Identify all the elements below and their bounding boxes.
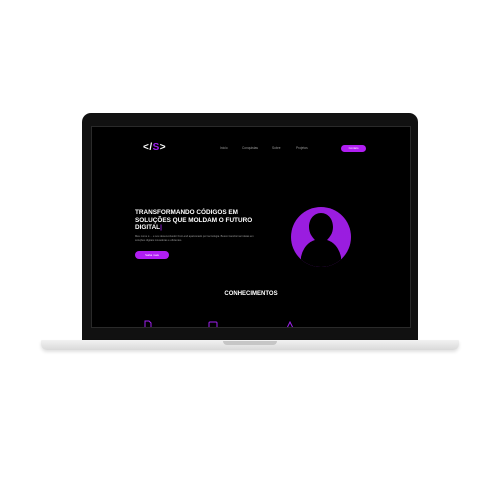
- nav-item-sobre[interactable]: Sobre: [272, 146, 281, 150]
- nav-item-projetos[interactable]: Projetos: [296, 146, 308, 150]
- hero-cursor: |: [160, 224, 162, 232]
- nav-item-conquistas[interactable]: Conquistas: [242, 146, 258, 150]
- file-icon: [144, 320, 152, 327]
- laptop-screen: </S> Início Conquistas Sobre Projetos Co…: [91, 126, 411, 328]
- hero-title-text: TRANSFORMANDO CÓDIGOS EM SOLUÇÕES QUE MO…: [135, 209, 253, 232]
- avatar: [289, 205, 353, 269]
- laptop-notch: [223, 341, 277, 345]
- logo-prefix: </: [143, 142, 153, 153]
- contact-button[interactable]: Contato: [341, 145, 366, 152]
- logo-letter: S: [152, 142, 160, 153]
- learn-more-button[interactable]: Saiba mais: [135, 251, 169, 259]
- hero-subtitle: Meu nome é ... e sou desenvolvedor front…: [135, 235, 254, 242]
- bug-icon: [286, 320, 294, 327]
- site-logo[interactable]: </S>: [143, 141, 175, 155]
- logo-suffix: >: [159, 142, 167, 153]
- section-title: CONHECIMENTOS: [224, 291, 278, 297]
- nav-item-inicio[interactable]: Início: [220, 146, 228, 150]
- window-icon: [208, 321, 218, 327]
- hero-title: TRANSFORMANDO CÓDIGOS EM SOLUÇÕES QUE MO…: [135, 209, 255, 232]
- avatar-silhouette-icon: [291, 207, 351, 267]
